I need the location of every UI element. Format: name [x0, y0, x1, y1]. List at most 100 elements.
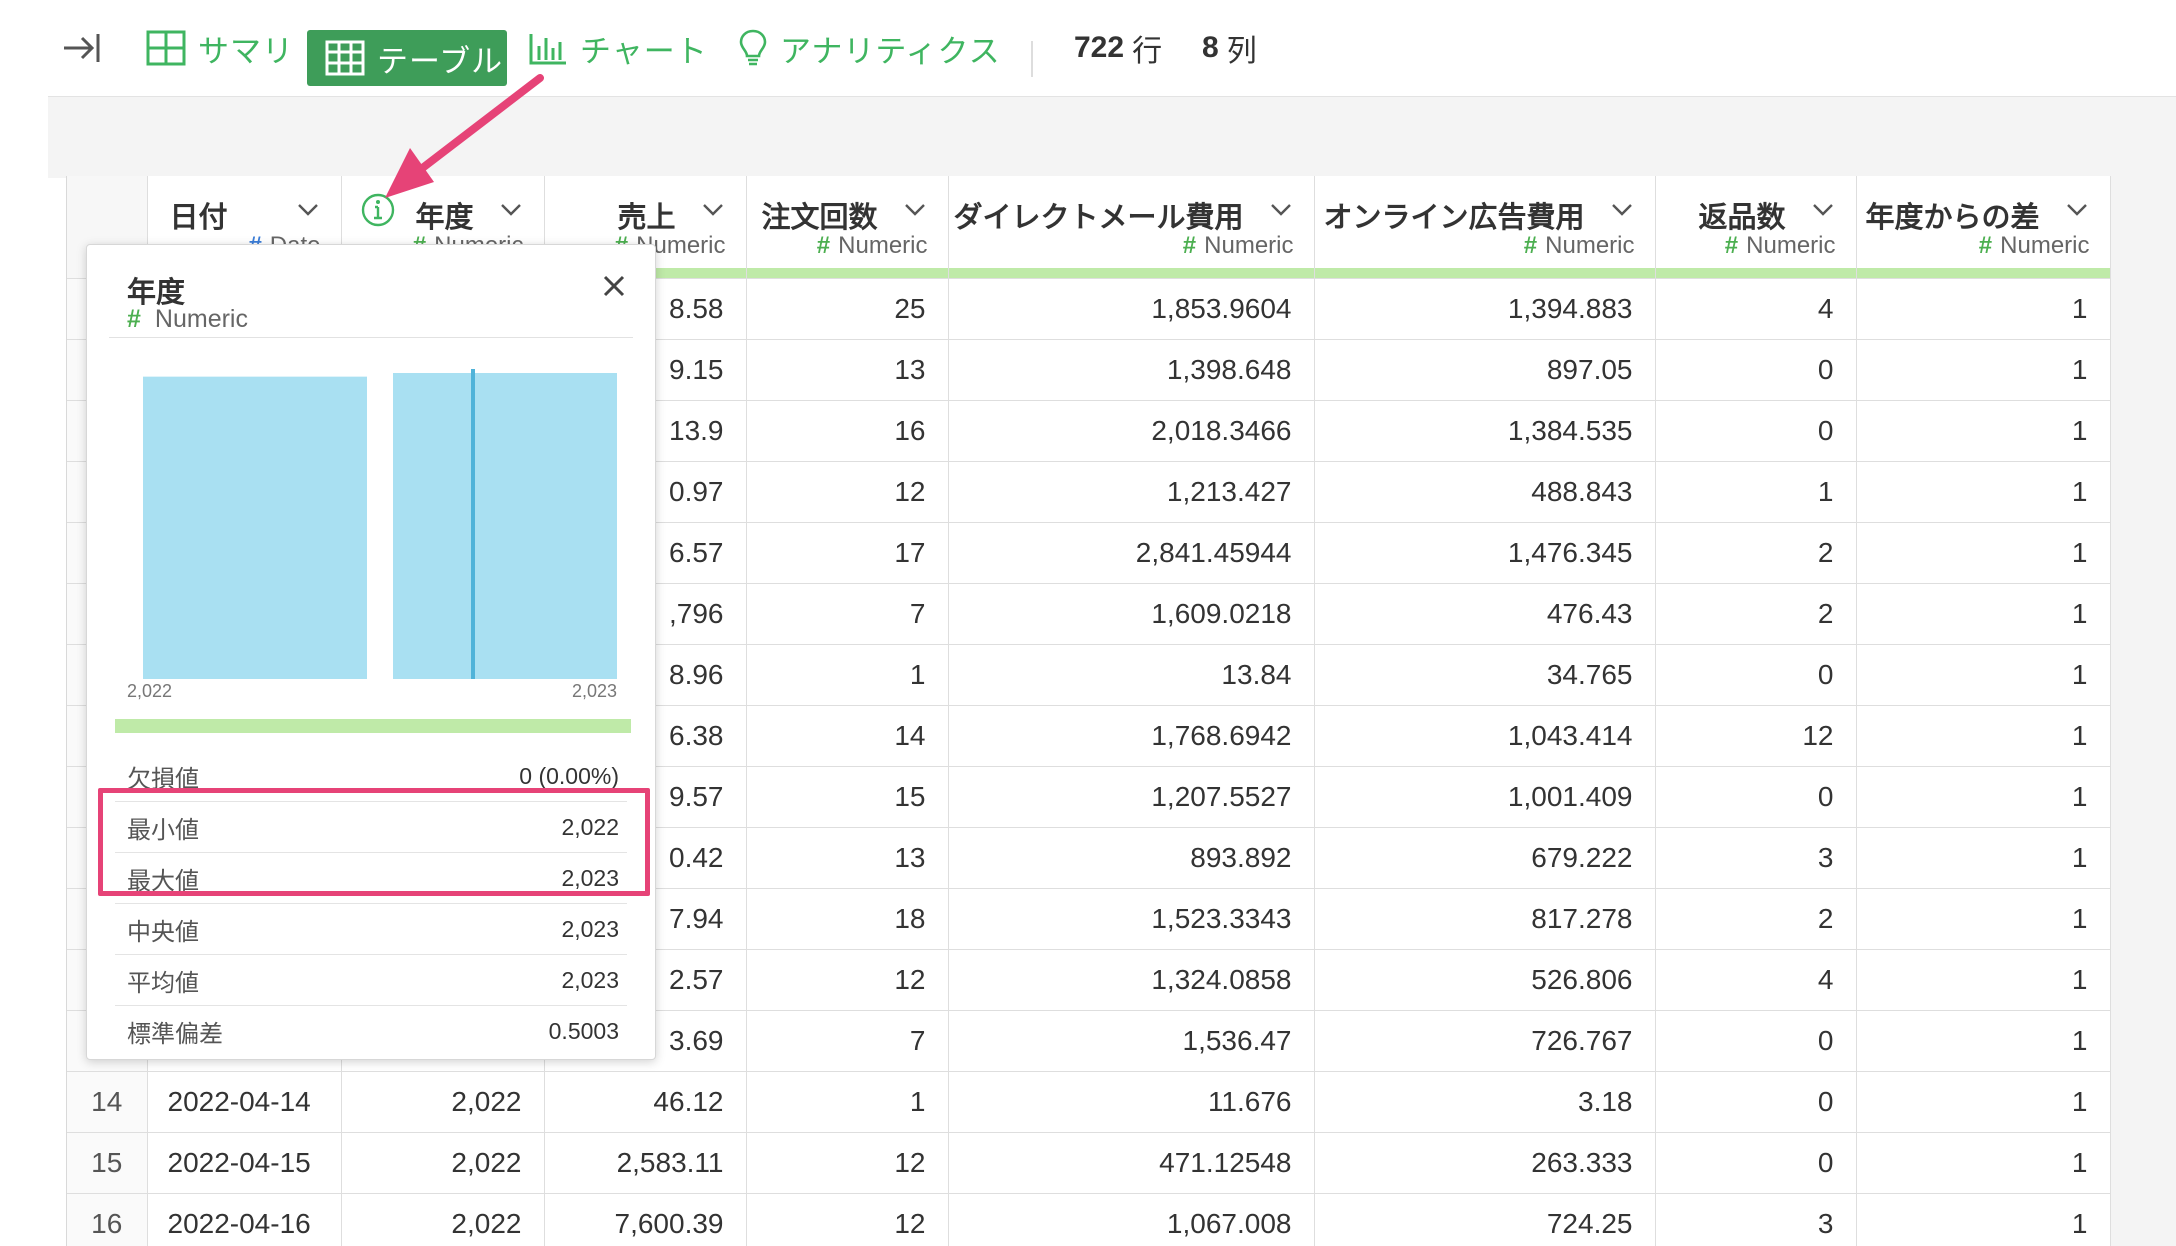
- table-cell[interactable]: 471.12548: [948, 1132, 1315, 1194]
- table-cell[interactable]: 1: [1856, 644, 2111, 706]
- table-cell[interactable]: 2,583.11: [544, 1132, 747, 1194]
- table-cell[interactable]: 1,043.414: [1314, 705, 1656, 767]
- table-cell[interactable]: 1,768.6942: [948, 705, 1315, 767]
- table-cell[interactable]: 1: [1856, 1193, 2111, 1246]
- table-cell[interactable]: 7: [746, 1010, 949, 1072]
- column-header[interactable]: オンライン広告費用 # Numeric: [1314, 176, 1656, 279]
- table-cell[interactable]: 1: [746, 1071, 949, 1133]
- table-cell[interactable]: 4: [1655, 278, 1857, 340]
- table-cell[interactable]: 14: [746, 705, 949, 767]
- table-cell[interactable]: 1: [1856, 461, 2111, 523]
- table-cell[interactable]: 7: [746, 583, 949, 645]
- chevron-down-icon[interactable]: [902, 196, 928, 222]
- table-cell[interactable]: 34.765: [1314, 644, 1656, 706]
- table-cell[interactable]: 0: [1655, 1071, 1857, 1133]
- table-cell[interactable]: 2: [1655, 888, 1857, 950]
- table-cell[interactable]: 897.05: [1314, 339, 1656, 401]
- chevron-down-icon[interactable]: [1609, 196, 1635, 222]
- table-cell[interactable]: 1,523.3343: [948, 888, 1315, 950]
- table-cell[interactable]: 0: [1655, 400, 1857, 462]
- row-number[interactable]: 14: [67, 1071, 148, 1133]
- table-cell[interactable]: 1: [1856, 766, 2111, 828]
- column-header[interactable]: 返品数 # Numeric: [1655, 176, 1857, 279]
- table-cell[interactable]: 1: [1856, 705, 2111, 767]
- table-cell[interactable]: 1: [1856, 1132, 2111, 1194]
- table-cell[interactable]: 13: [746, 827, 949, 889]
- table-cell[interactable]: 25: [746, 278, 949, 340]
- row-number[interactable]: 15: [67, 1132, 148, 1194]
- table-cell[interactable]: 7,600.39: [544, 1193, 747, 1246]
- table-cell[interactable]: 1: [1856, 1010, 2111, 1072]
- table-cell[interactable]: 893.892: [948, 827, 1315, 889]
- chevron-down-icon[interactable]: [1268, 196, 1294, 222]
- table-cell[interactable]: 0: [1655, 1010, 1857, 1072]
- table-cell[interactable]: 476.43: [1314, 583, 1656, 645]
- table-cell[interactable]: 1,853.9604: [948, 278, 1315, 340]
- tab-summary[interactable]: サマリ: [146, 0, 294, 96]
- table-cell[interactable]: 0: [1655, 339, 1857, 401]
- table-cell[interactable]: 726.767: [1314, 1010, 1656, 1072]
- table-cell[interactable]: 46.12: [544, 1071, 747, 1133]
- table-cell[interactable]: 1: [1856, 522, 2111, 584]
- table-cell[interactable]: 2,022: [341, 1071, 545, 1133]
- table-cell[interactable]: 2,841.45944: [948, 522, 1315, 584]
- table-cell[interactable]: 1: [1655, 461, 1857, 523]
- chevron-down-icon[interactable]: [1810, 196, 1836, 222]
- table-cell[interactable]: 1,067.008: [948, 1193, 1315, 1246]
- table-cell[interactable]: 1: [1856, 827, 2111, 889]
- table-cell[interactable]: 2,018.3466: [948, 400, 1315, 462]
- chevron-down-icon[interactable]: [2064, 196, 2090, 222]
- table-cell[interactable]: 12: [746, 949, 949, 1011]
- table-cell[interactable]: 2,022: [341, 1132, 545, 1194]
- table-cell[interactable]: 3.18: [1314, 1071, 1656, 1133]
- table-cell[interactable]: 1,207.5527: [948, 766, 1315, 828]
- table-cell[interactable]: 3: [1655, 1193, 1857, 1246]
- table-cell[interactable]: 12: [746, 461, 949, 523]
- table-cell[interactable]: 2: [1655, 583, 1857, 645]
- table-cell[interactable]: 0: [1655, 766, 1857, 828]
- table-cell[interactable]: 12: [1655, 705, 1857, 767]
- table-cell[interactable]: 817.278: [1314, 888, 1656, 950]
- table-cell[interactable]: 1: [746, 644, 949, 706]
- table-cell[interactable]: 3: [1655, 827, 1857, 889]
- collapse-panel-button[interactable]: [62, 0, 102, 96]
- tab-analytics[interactable]: アナリティクス: [738, 0, 1001, 96]
- table-cell[interactable]: 1: [1856, 278, 2111, 340]
- table-cell[interactable]: 263.333: [1314, 1132, 1656, 1194]
- table-cell[interactable]: 2: [1655, 522, 1857, 584]
- table-cell[interactable]: 0: [1655, 1132, 1857, 1194]
- column-header[interactable]: 年度からの差 # Numeric: [1856, 176, 2111, 279]
- table-cell[interactable]: 1,213.427: [948, 461, 1315, 523]
- info-icon[interactable]: [360, 192, 396, 228]
- table-cell[interactable]: 1: [1856, 1071, 2111, 1133]
- table-cell[interactable]: 15: [746, 766, 949, 828]
- table-cell[interactable]: 13.84: [948, 644, 1315, 706]
- table-cell[interactable]: 1,324.0858: [948, 949, 1315, 1011]
- table-cell[interactable]: 1,001.409: [1314, 766, 1656, 828]
- column-header[interactable]: ダイレクトメール費用 # Numeric: [948, 176, 1315, 279]
- table-cell[interactable]: 679.222: [1314, 827, 1656, 889]
- table-cell[interactable]: 1,476.345: [1314, 522, 1656, 584]
- table-cell[interactable]: 1,536.47: [948, 1010, 1315, 1072]
- table-cell[interactable]: 526.806: [1314, 949, 1656, 1011]
- table-cell[interactable]: 2022-04-14: [147, 1071, 342, 1133]
- tab-table[interactable]: テーブル: [307, 30, 507, 86]
- table-cell[interactable]: 1: [1856, 339, 2111, 401]
- table-cell[interactable]: 1,394.883: [1314, 278, 1656, 340]
- table-cell[interactable]: 2022-04-16: [147, 1193, 342, 1246]
- table-cell[interactable]: 16: [746, 400, 949, 462]
- table-cell[interactable]: 724.25: [1314, 1193, 1656, 1246]
- table-cell[interactable]: 18: [746, 888, 949, 950]
- chevron-down-icon[interactable]: [498, 196, 524, 222]
- row-number[interactable]: 16: [67, 1193, 148, 1246]
- table-cell[interactable]: 1,384.535: [1314, 400, 1656, 462]
- chevron-down-icon[interactable]: [295, 196, 321, 222]
- table-cell[interactable]: 1: [1856, 888, 2111, 950]
- column-header[interactable]: 注文回数 # Numeric: [746, 176, 949, 279]
- table-cell[interactable]: 1: [1856, 583, 2111, 645]
- table-cell[interactable]: 1,398.648: [948, 339, 1315, 401]
- table-cell[interactable]: 0: [1655, 644, 1857, 706]
- table-cell[interactable]: 1: [1856, 949, 2111, 1011]
- table-cell[interactable]: 4: [1655, 949, 1857, 1011]
- table-cell[interactable]: 17: [746, 522, 949, 584]
